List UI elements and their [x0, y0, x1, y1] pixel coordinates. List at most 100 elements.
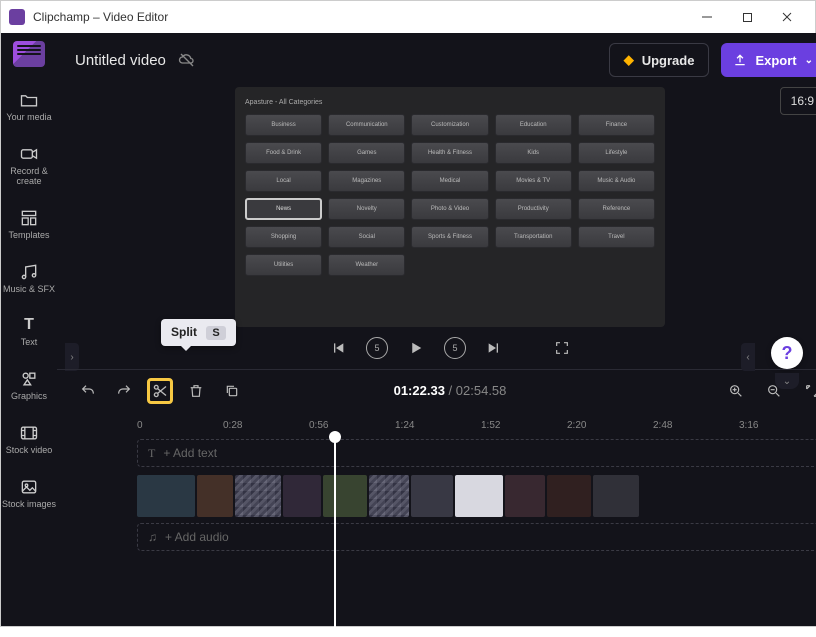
sidebar-item-graphics[interactable]: Graphics	[1, 362, 57, 408]
sidebar-item-templates[interactable]: Templates	[1, 201, 57, 247]
preview-tile: Lifestyle	[578, 142, 655, 164]
skip-to-start-button[interactable]	[328, 338, 348, 358]
clip-thumbnail[interactable]	[411, 475, 453, 517]
project-title[interactable]: Untitled video	[75, 52, 166, 69]
sidebar-item-label: Your media	[6, 113, 51, 123]
ruler-tick: 0:28	[223, 420, 309, 431]
video-track[interactable]	[137, 475, 816, 517]
preview-tile: Medical	[411, 170, 488, 192]
sidebar-item-label: Text	[21, 338, 38, 348]
text-track-placeholder[interactable]: T + Add text	[137, 439, 816, 467]
preview-tile: Finance	[578, 114, 655, 136]
clip-thumbnail[interactable]	[547, 475, 591, 517]
minimize-button[interactable]	[687, 1, 727, 33]
timeline-tools: 01:22.33 / 02:54.58	[57, 369, 816, 411]
ruler-tick: 2:48	[653, 420, 739, 431]
preview-tile: Weather	[328, 254, 405, 276]
timeline[interactable]: T + Add text ♫	[57, 439, 816, 569]
sidebar-item-label: Graphics	[11, 392, 47, 402]
clip-thumbnail[interactable]	[283, 475, 321, 517]
help-button[interactable]: ?	[771, 337, 803, 369]
duplicate-button[interactable]	[219, 378, 245, 404]
cloud-off-icon[interactable]	[178, 51, 196, 69]
close-button[interactable]	[767, 1, 807, 33]
expand-right-panel[interactable]: ‹	[741, 343, 755, 371]
ruler-tick: 2:20	[567, 420, 653, 431]
video-preview[interactable]: Apasture - All Categories BusinessCommun…	[235, 87, 665, 327]
clip-thumbnail[interactable]	[197, 475, 233, 517]
delete-button[interactable]	[183, 378, 209, 404]
ruler-tick: 0:56	[309, 420, 395, 431]
audio-track-placeholder[interactable]: ♫ + Add audio	[137, 523, 816, 551]
image-icon	[18, 476, 40, 498]
clip-thumbnail[interactable]	[455, 475, 503, 517]
clip-thumbnail[interactable]	[235, 475, 281, 517]
timeline-ruler[interactable]: 00:280:561:241:522:202:483:16	[57, 411, 816, 439]
preview-tile: Photo & Video	[411, 198, 488, 220]
play-button[interactable]	[406, 338, 426, 358]
diamond-icon: ◆	[624, 52, 634, 68]
clip-thumbnail[interactable]	[323, 475, 367, 517]
preview-tile: Business	[245, 114, 322, 136]
split-button[interactable]	[147, 378, 173, 404]
aspect-ratio-button[interactable]: 16:9	[780, 87, 816, 115]
sidebar-item-record[interactable]: Record & create	[1, 137, 57, 193]
sidebar-item-label: Stock video	[6, 446, 53, 456]
sidebar-item-your-media[interactable]: Your media	[1, 83, 57, 129]
preview-tile-grid: BusinessCommunicationCustomizationEducat…	[245, 114, 655, 276]
rewind-5-button[interactable]: 5	[366, 337, 388, 359]
aspect-ratio-label: 16:9	[791, 94, 814, 108]
text-track-icon: T	[148, 446, 155, 461]
skip-to-end-button[interactable]	[484, 338, 504, 358]
preview-tile: Productivity	[495, 198, 572, 220]
zoom-in-button[interactable]	[723, 378, 749, 404]
preview-tile: News	[245, 198, 322, 220]
undo-button[interactable]	[75, 378, 101, 404]
add-text-label: + Add text	[163, 446, 217, 460]
sidebar-item-stock-video[interactable]: Stock video	[1, 416, 57, 462]
redo-button[interactable]	[111, 378, 137, 404]
topbar: Untitled video ◆ Upgrade Export ⌄	[57, 33, 816, 87]
clip-thumbnail[interactable]	[593, 475, 639, 517]
music-icon	[18, 261, 40, 283]
sidebar-item-stock-images[interactable]: Stock images	[1, 470, 57, 516]
fit-timeline-button[interactable]	[799, 378, 816, 404]
preview-tile: Local	[245, 170, 322, 192]
clip-thumbnail[interactable]	[369, 475, 409, 517]
upgrade-button[interactable]: ◆ Upgrade	[609, 43, 710, 77]
audio-track-icon: ♫	[148, 530, 157, 544]
preview-tile: Travel	[578, 226, 655, 248]
preview-tile: Sports & Fitness	[411, 226, 488, 248]
preview-tile: Social	[328, 226, 405, 248]
preview-heading: Apasture - All Categories	[245, 99, 655, 106]
fullscreen-button[interactable]	[552, 338, 572, 358]
sidebar-item-music[interactable]: Music & SFX	[1, 255, 57, 301]
clip-thumbnail[interactable]	[137, 475, 195, 517]
preview-tile: Music & Audio	[578, 170, 655, 192]
sidebar-item-label: Templates	[8, 231, 49, 241]
time-display: 01:22.33 / 02:54.58	[394, 383, 507, 398]
forward-5-button[interactable]: 5	[444, 337, 466, 359]
preview-tile: Shopping	[245, 226, 322, 248]
add-audio-label: + Add audio	[165, 530, 229, 544]
chevron-down-icon: ⌄	[805, 55, 813, 66]
ruler-tick: 1:52	[481, 420, 567, 431]
playhead[interactable]	[334, 437, 336, 637]
clip-thumbnail[interactable]	[505, 475, 545, 517]
preview-tile: Games	[328, 142, 405, 164]
zoom-out-button[interactable]	[761, 378, 787, 404]
text-icon: T	[18, 314, 40, 336]
graphics-icon	[18, 368, 40, 390]
preview-tile: Magazines	[328, 170, 405, 192]
preview-tile: Customization	[411, 114, 488, 136]
titlebar: Clipchamp – Video Editor	[1, 1, 815, 33]
template-icon	[18, 207, 40, 229]
preview-controls: Split S 5 5 ? ⌄	[57, 327, 816, 369]
preview-tile: Utilities	[245, 254, 322, 276]
sidebar-item-text[interactable]: T Text	[1, 308, 57, 354]
preview-tile: Kids	[495, 142, 572, 164]
clipchamp-logo[interactable]	[13, 41, 45, 67]
question-icon: ?	[782, 343, 793, 364]
export-button[interactable]: Export ⌄	[721, 43, 816, 77]
maximize-button[interactable]	[727, 1, 767, 33]
